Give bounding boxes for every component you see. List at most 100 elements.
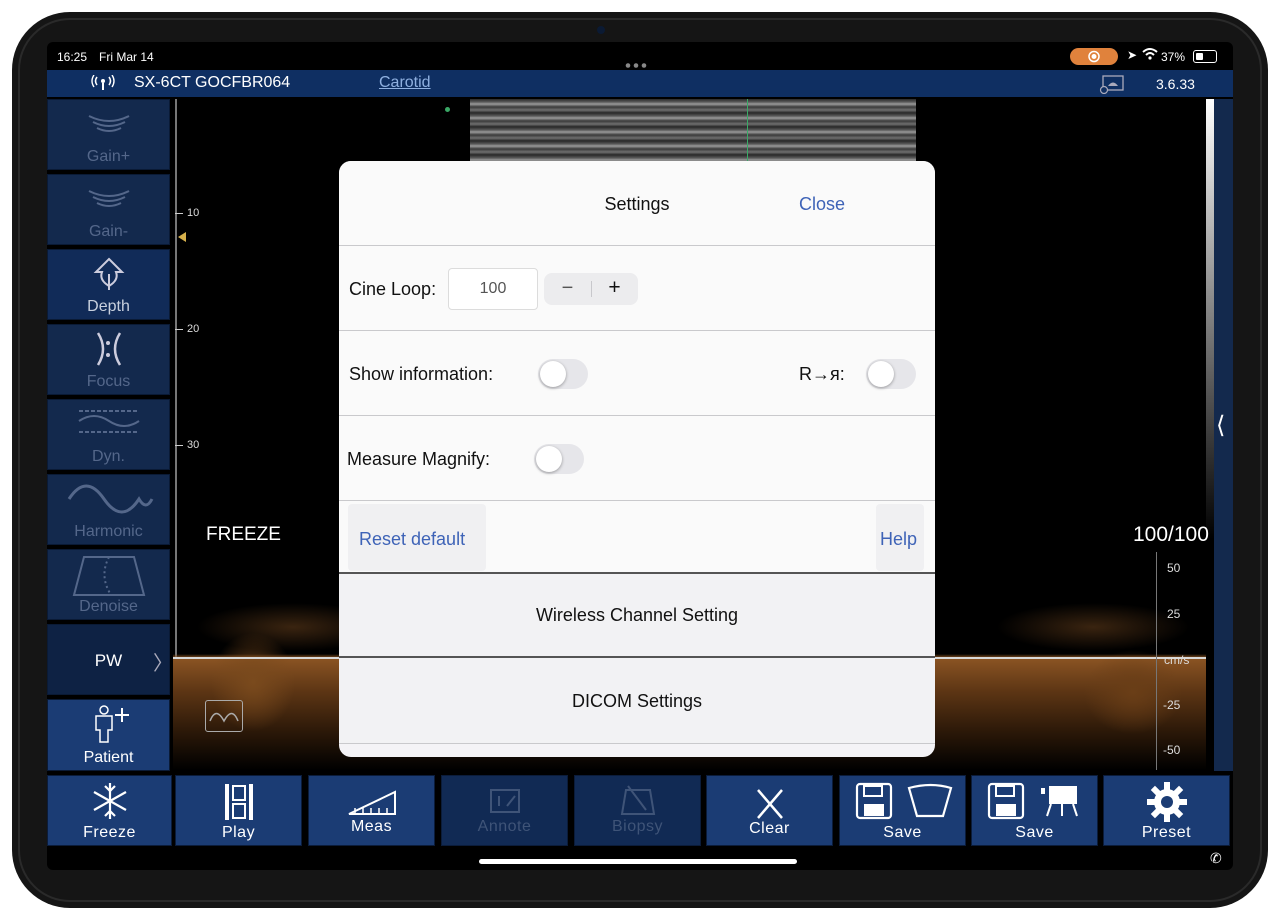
r-flip-toggle[interactable] — [866, 359, 916, 389]
measure-label: Meas — [350, 818, 393, 835]
app-screen: 16:25 Fri Mar 14 ➤ 37% SX-6CT GOCFBR064 … — [47, 42, 1233, 870]
save-image-icon — [855, 782, 952, 820]
biopsy-button[interactable]: Biopsy — [574, 775, 701, 846]
biopsy-label: Biopsy — [611, 818, 664, 835]
annotate-label: Annote — [477, 818, 532, 835]
velocity-scale — [1156, 552, 1157, 770]
depth-icon — [93, 257, 124, 290]
patient-label: Patient — [83, 749, 134, 766]
battery-percent: 37% — [1161, 50, 1186, 64]
stepper-plus-button[interactable]: + — [591, 276, 638, 300]
depth-tick-30 — [175, 445, 183, 446]
save-image-label: Save — [883, 824, 922, 841]
denoise-icon — [72, 556, 145, 596]
save-video-label: Save — [1015, 824, 1054, 841]
clear-x-icon — [756, 789, 783, 819]
save-video-icon — [987, 782, 1078, 820]
harmonic-label: Harmonic — [74, 523, 143, 540]
app-header: SX-6CT GOCFBR064 Carotid 3.6.33 — [47, 70, 1233, 97]
gain-minus-icon — [88, 190, 129, 207]
annotate-button[interactable]: Annote — [441, 775, 568, 846]
save-image-button[interactable]: Save — [839, 775, 966, 846]
dynamic-range-button[interactable]: Dyn. — [47, 399, 170, 470]
help-button[interactable]: Help — [876, 504, 924, 571]
right-panel-handle[interactable]: ⟨ — [1214, 99, 1233, 771]
depth-label: Depth — [87, 298, 130, 315]
pw-label: PW — [94, 651, 123, 670]
preset-selector[interactable]: Carotid — [379, 74, 431, 92]
depth-tick-20 — [175, 329, 183, 330]
gain-plus-label: Gain+ — [86, 148, 131, 165]
show-information-toggle[interactable] — [538, 359, 588, 389]
play-button[interactable]: Play — [175, 775, 302, 846]
status-time: 16:25 — [57, 50, 88, 64]
velocity-label-minus-25: -25 — [1163, 698, 1181, 712]
dicom-settings-label: DICOM Settings — [571, 691, 703, 711]
depth-button[interactable]: Depth — [47, 249, 170, 320]
play-cine-icon — [224, 784, 253, 820]
multitask-dots[interactable] — [625, 55, 649, 68]
gain-minus-button[interactable]: Gain- — [47, 174, 170, 245]
wireless-channel-button[interactable]: Wireless Channel Setting — [339, 574, 935, 658]
cine-loop-input[interactable]: 100 — [448, 268, 538, 310]
probe-settings-icon[interactable] — [1099, 74, 1125, 99]
preset-button[interactable]: Preset — [1103, 775, 1230, 846]
measure-button[interactable]: Meas — [308, 775, 435, 846]
b-mode-image — [470, 99, 916, 161]
pw-mode-button[interactable]: PW 〉 — [47, 624, 173, 695]
play-label: Play — [221, 824, 256, 841]
focus-icon — [96, 332, 121, 366]
velocity-label-50: 50 — [1167, 561, 1181, 575]
cine-loop-row: Cine Loop: 100 − + — [339, 246, 935, 331]
cine-loop-stepper: − + — [544, 273, 638, 305]
doppler-freeze-icon — [205, 700, 243, 732]
patient-icon — [94, 705, 129, 743]
show-information-row: Show information: R→я: — [339, 331, 935, 416]
settings-dialog: Settings Close Cine Loop: 100 − + Show i… — [339, 161, 935, 757]
status-date: Fri Mar 14 — [99, 50, 154, 64]
reset-help-row: Reset default Help — [339, 501, 935, 574]
handset-icon: ✆ — [1210, 850, 1222, 866]
reset-default-button[interactable]: Reset default — [348, 504, 486, 571]
location-icon: ➤ — [1127, 48, 1138, 62]
focus-button[interactable]: Focus — [47, 324, 170, 395]
r-flip-label: R→я: — [799, 364, 845, 384]
gain-minus-label: Gain- — [88, 223, 129, 240]
harmonic-icon — [67, 484, 153, 514]
gear-icon — [1146, 782, 1187, 822]
measure-magnify-toggle[interactable] — [534, 444, 584, 474]
annotate-icon — [489, 789, 520, 813]
focus-marker-icon[interactable] — [178, 232, 186, 242]
velocity-unit: cm/s — [1164, 653, 1190, 667]
gain-plus-icon — [88, 115, 129, 132]
save-video-button[interactable]: Save — [971, 775, 1098, 846]
harmonic-button[interactable]: Harmonic — [47, 474, 170, 545]
recording-indicator[interactable] — [1070, 48, 1118, 65]
close-button[interactable]: Close — [799, 194, 845, 215]
depth-label-30: 30 — [187, 439, 200, 451]
measure-icon — [348, 790, 396, 815]
doppler-cursor-line[interactable] — [747, 99, 748, 161]
depth-tick-10 — [175, 213, 183, 214]
patient-button[interactable]: Patient — [47, 699, 170, 771]
gain-plus-button[interactable]: Gain+ — [47, 99, 170, 170]
velocity-label-25: 25 — [1167, 607, 1181, 621]
freeze-button[interactable]: Freeze — [47, 775, 172, 846]
help-label: Help — [880, 529, 918, 549]
show-information-label: Show information: — [349, 364, 494, 384]
cine-loop-label: Cine Loop: — [349, 279, 437, 299]
home-indicator[interactable] — [479, 859, 797, 864]
velocity-label-minus-50: -50 — [1163, 743, 1181, 757]
depth-label-10: 10 — [187, 207, 200, 219]
biopsy-icon — [620, 785, 655, 815]
device-name: SX-6CT GOCFBR064 — [134, 74, 291, 91]
panel-expand-chevron-icon: ⟨ — [1216, 412, 1226, 439]
stepper-minus-button[interactable]: − — [544, 277, 591, 300]
app-version: 3.6.33 — [1156, 76, 1195, 92]
settings-title: Settings — [604, 194, 670, 214]
clear-button[interactable]: Clear — [706, 775, 833, 846]
denoise-button[interactable]: Denoise — [47, 549, 170, 620]
denoise-label: Denoise — [79, 598, 138, 615]
measure-magnify-row: Measure Magnify: — [339, 416, 935, 501]
dicom-settings-button[interactable]: DICOM Settings — [339, 658, 935, 744]
